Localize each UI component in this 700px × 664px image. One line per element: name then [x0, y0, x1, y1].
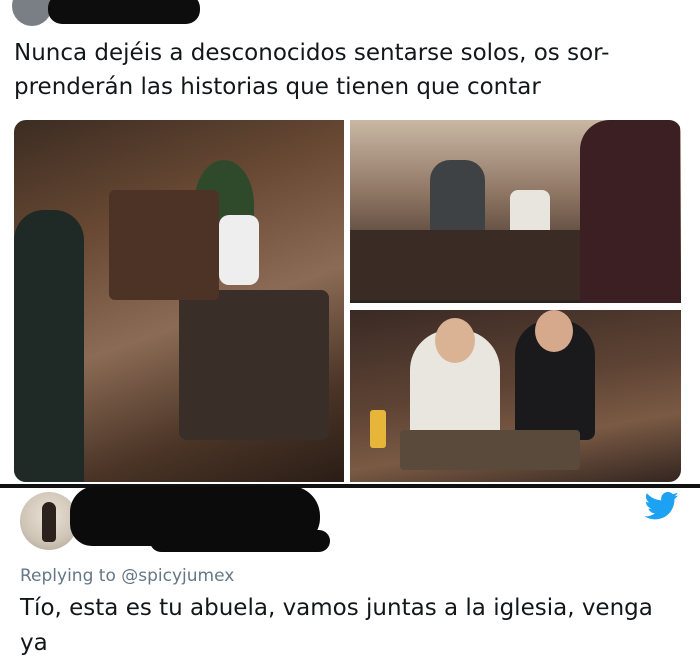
avatar-figure	[42, 502, 56, 542]
tweet-text: Nunca dejéis a desconocidos sentarse sol…	[14, 40, 610, 100]
top-avatar[interactable]	[12, 0, 52, 26]
photo-restaurant-wide[interactable]	[14, 120, 344, 482]
redacted-reply-handle	[150, 530, 330, 552]
photo-grid	[14, 120, 681, 482]
twitter-bird-icon	[645, 491, 679, 520]
photo-selfie-together[interactable]	[350, 310, 681, 482]
photo-man-and-woman-table[interactable]	[350, 120, 681, 303]
replying-to-label[interactable]: Replying to @spicyjumex	[20, 566, 234, 586]
reply-text: Tío, esta es tu abuela, vamos juntas a l…	[20, 595, 653, 656]
redacted-username	[48, 0, 200, 24]
